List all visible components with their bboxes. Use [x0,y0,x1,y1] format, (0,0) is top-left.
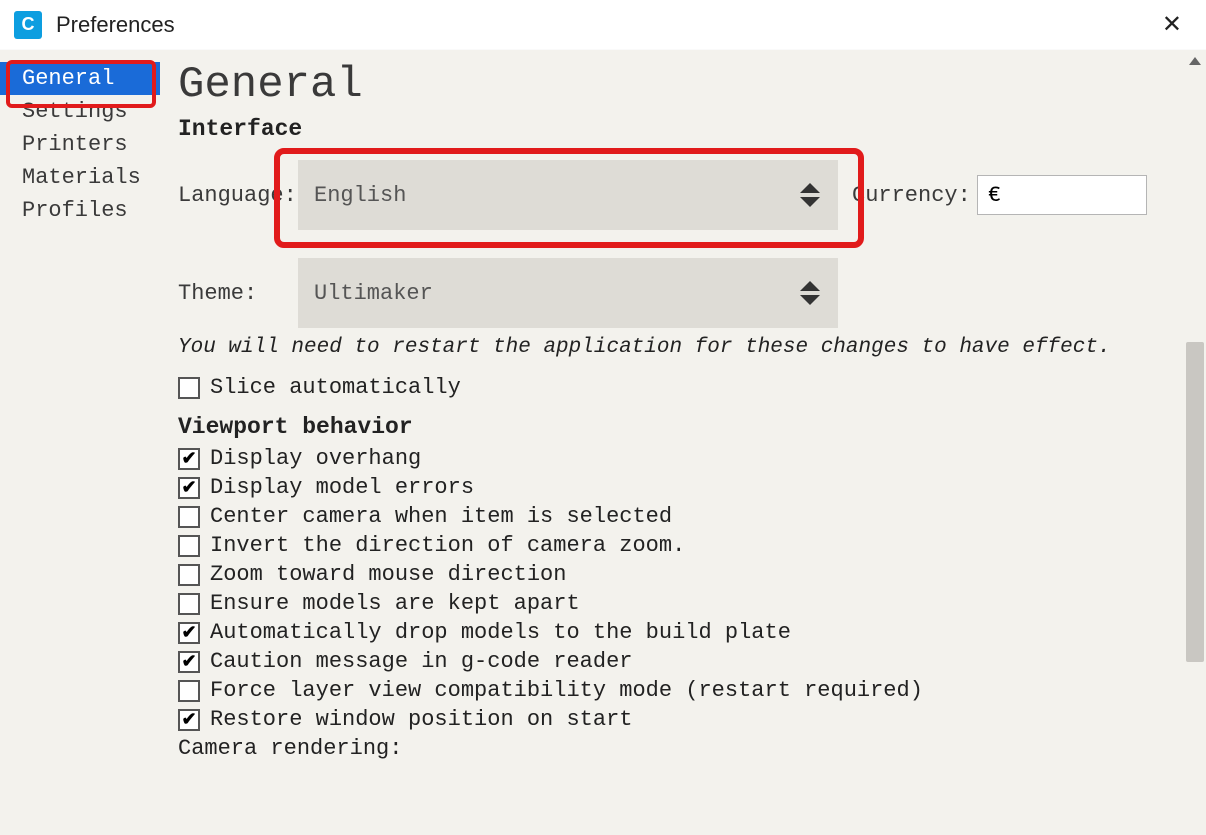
theme-value: Ultimaker [314,281,433,306]
window-title: Preferences [56,12,175,38]
checkbox-label: Center camera when item is selected [210,504,672,529]
checkbox-icon [178,506,200,528]
checkbox-icon [178,622,200,644]
checkbox-label: Ensure models are kept apart [210,591,580,616]
checkbox-viewport-8[interactable]: Force layer view compatibility mode (res… [178,678,1188,703]
checkbox-slice-automatically[interactable]: Slice automatically [178,375,1188,400]
checkbox-viewport-1[interactable]: Display model errors [178,475,1188,500]
language-value: English [314,183,406,208]
sidebar-item-settings[interactable]: Settings [0,95,160,128]
language-label: Language: [178,183,298,208]
checkbox-viewport-5[interactable]: Ensure models are kept apart [178,591,1188,616]
checkbox-viewport-9[interactable]: Restore window position on start [178,707,1188,732]
checkbox-icon [178,535,200,557]
language-select[interactable]: English [298,160,838,230]
checkbox-icon [178,680,200,702]
checkbox-icon [178,651,200,673]
checkbox-label: Restore window position on start [210,707,632,732]
checkbox-label: Display overhang [210,446,421,471]
checkbox-viewport-2[interactable]: Center camera when item is selected [178,504,1188,529]
theme-select[interactable]: Ultimaker [298,258,838,328]
checkbox-label: Invert the direction of camera zoom. [210,533,685,558]
chevron-up-icon [800,183,820,193]
chevron-down-icon [800,295,820,305]
scroll-thumb[interactable] [1186,342,1204,662]
checkbox-label: Slice automatically [210,375,461,400]
theme-label: Theme: [178,281,298,306]
checkbox-label: Force layer view compatibility mode (res… [210,678,923,703]
page-title: General [178,60,1188,110]
checkbox-label: Automatically drop models to the build p… [210,620,791,645]
close-icon[interactable]: ✕ [1152,4,1192,45]
checkbox-icon [178,593,200,615]
chevron-up-icon [800,281,820,291]
checkbox-icon [178,448,200,470]
checkbox-viewport-3[interactable]: Invert the direction of camera zoom. [178,533,1188,558]
spinner-icon [800,281,820,305]
checkbox-label: Caution message in g-code reader [210,649,632,674]
camera-rendering-label: Camera rendering: [178,736,1188,761]
checkbox-viewport-0[interactable]: Display overhang [178,446,1188,471]
currency-input[interactable] [977,175,1147,215]
checkbox-viewport-7[interactable]: Caution message in g-code reader [178,649,1188,674]
workspace: General Settings Printers Materials Prof… [0,50,1206,835]
restart-note: You will need to restart the application… [178,336,1188,359]
sidebar-item-materials[interactable]: Materials [0,161,160,194]
checkbox-icon [178,477,200,499]
checkbox-icon [178,709,200,731]
checkbox-icon [178,564,200,586]
scroll-up-icon[interactable] [1184,50,1206,72]
checkbox-viewport-4[interactable]: Zoom toward mouse direction [178,562,1188,587]
scroll-track[interactable] [1184,72,1206,813]
currency-label: Currency: [852,183,971,208]
sidebar-item-profiles[interactable]: Profiles [0,194,160,227]
checkbox-label: Display model errors [210,475,474,500]
sidebar-item-printers[interactable]: Printers [0,128,160,161]
spinner-icon [800,183,820,207]
sidebar-item-general[interactable]: General [0,62,160,95]
sidebar: General Settings Printers Materials Prof… [0,50,160,835]
section-heading-viewport: Viewport behavior [178,414,1188,440]
scrollbar[interactable] [1184,50,1206,835]
checkbox-icon [178,377,200,399]
main-panel: General Interface Language: English Curr… [160,50,1206,835]
app-icon: C [14,11,42,39]
checkbox-viewport-6[interactable]: Automatically drop models to the build p… [178,620,1188,645]
checkbox-label: Zoom toward mouse direction [210,562,566,587]
chevron-down-icon [800,197,820,207]
section-heading-interface: Interface [178,116,1188,142]
titlebar: C Preferences ✕ [0,0,1206,50]
